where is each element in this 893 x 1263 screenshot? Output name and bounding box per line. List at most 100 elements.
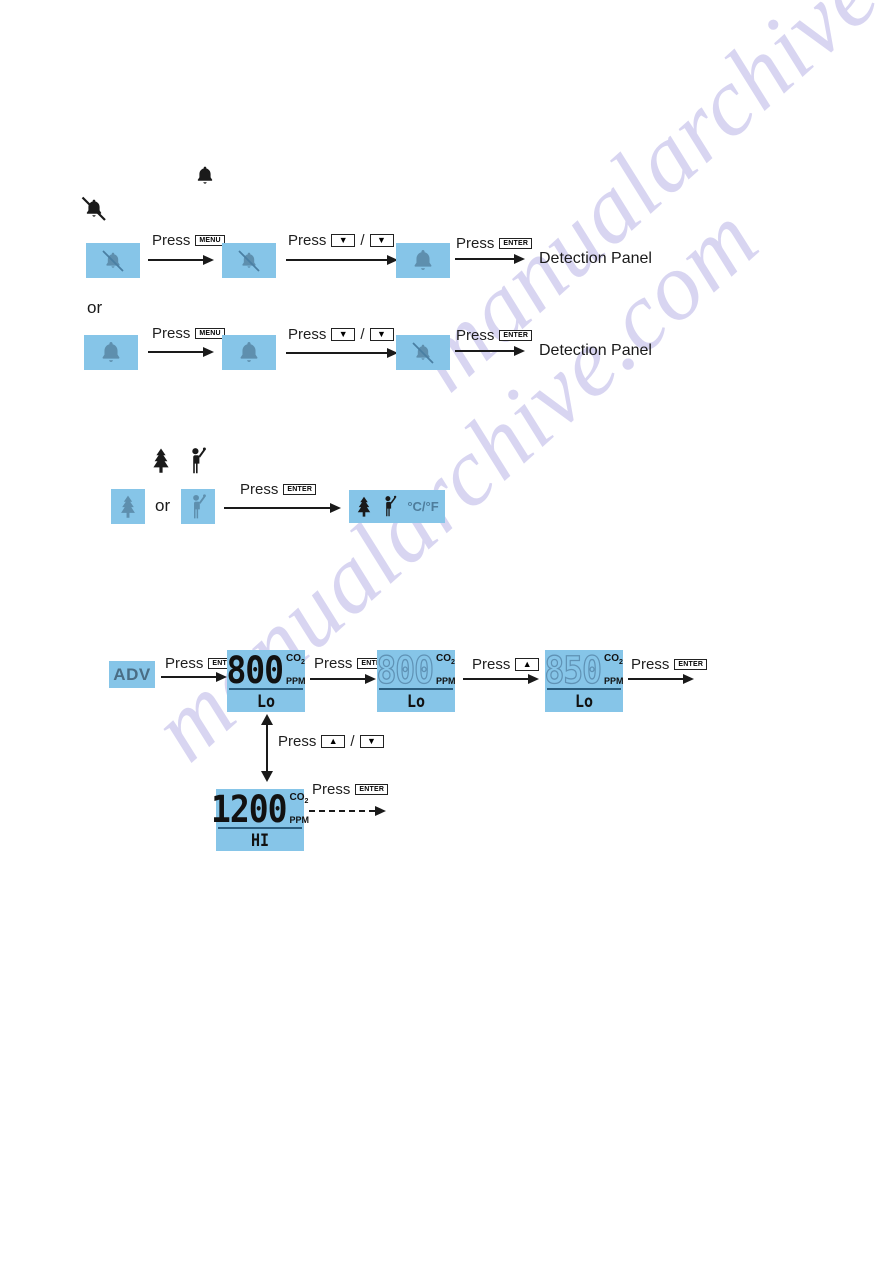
co2-display[interactable]: 800 CO2 PPM Lo <box>226 648 306 712</box>
transition-label: Press ENTER <box>456 327 533 344</box>
co2-display-main: 850 CO2 PPM <box>544 650 624 689</box>
alarm-step-tile[interactable] <box>222 335 276 370</box>
transition-label: Press MENU <box>152 325 225 342</box>
or-label: or <box>87 298 103 317</box>
alarm-step-tile[interactable] <box>396 335 450 370</box>
co2-label: CO2 <box>604 653 623 667</box>
flow-arrow <box>161 672 227 683</box>
co2-display[interactable]: 1200 CO2 PPM HI <box>211 789 309 851</box>
co2-label: CO2 <box>286 653 305 667</box>
press-text: Press <box>312 781 351 798</box>
key-menu[interactable]: MENU <box>195 235 225 246</box>
co2-label: CO2 <box>436 653 455 667</box>
press-text: Press <box>152 232 191 249</box>
key-enter[interactable]: ENTER <box>499 330 533 341</box>
press-text: Press <box>456 327 495 344</box>
ppm-label: PPM <box>604 676 624 686</box>
key-down-arrow[interactable]: ▼ <box>331 234 356 247</box>
transition-label: Press ▼ / ▼ <box>288 232 394 249</box>
transition-label: Press MENU <box>152 232 225 249</box>
alarm-step-tile[interactable] <box>86 243 140 278</box>
person-icon <box>188 446 208 476</box>
flow-arrow <box>455 346 525 357</box>
flow-arrow <box>286 348 398 359</box>
tree-icon <box>121 495 135 518</box>
key-enter[interactable]: ENTER <box>674 659 708 670</box>
co2-display-level: Lo <box>545 690 623 712</box>
press-text: Press <box>314 655 353 672</box>
flow-arrow <box>455 254 525 265</box>
result-label: Detection Panel <box>539 250 652 267</box>
press-text: Press <box>240 481 279 498</box>
flow-arrow <box>628 674 694 685</box>
bell-muted-icon <box>412 341 434 364</box>
mode-result-tile[interactable]: °C/°F <box>349 490 445 523</box>
press-text: Press <box>152 325 191 342</box>
co2-display-main: 800 CO2 PPM <box>376 648 456 693</box>
alarm-step-tile[interactable] <box>222 243 276 278</box>
transition-label: Press ▼ / ▼ <box>288 326 394 343</box>
key-up-arrow[interactable]: ▲ <box>515 658 540 671</box>
person-icon <box>192 493 206 518</box>
bell-icon <box>414 249 432 270</box>
result-label: Detection Panel <box>539 342 652 359</box>
level-label: Lo <box>574 690 594 711</box>
key-up-arrow[interactable]: ▲ <box>321 735 346 748</box>
ppm-label: PPM <box>436 676 456 686</box>
key-down-arrow[interactable]: ▼ <box>369 234 394 247</box>
flow-arrow <box>224 503 341 514</box>
flow-arrow <box>310 674 376 685</box>
press-text: Press <box>472 656 511 673</box>
co2-display-main: 800 CO2 PPM <box>226 648 306 693</box>
bell-muted-icon <box>79 194 109 224</box>
bell-icon <box>240 341 258 362</box>
key-down-arrow[interactable]: ▼ <box>369 328 394 341</box>
key-enter[interactable]: ENTER <box>499 238 533 249</box>
flow-arrow <box>286 255 398 266</box>
co2-units: CO2 PPM <box>286 653 306 686</box>
ppm-label: PPM <box>289 815 309 825</box>
adv-badge[interactable]: ADV <box>109 661 155 688</box>
key-down-arrow[interactable]: ▼ <box>359 735 384 748</box>
mode-option-person-tile[interactable] <box>181 489 215 524</box>
alarm-step-tile[interactable] <box>84 335 138 370</box>
co2-value: 1200 <box>211 787 287 832</box>
co2-display-level: HI <box>216 829 304 851</box>
co2-display[interactable]: 800 CO2 PPM Lo <box>376 648 456 712</box>
level-label: Lo <box>256 690 276 711</box>
key-menu[interactable]: MENU <box>195 328 225 339</box>
transition-label: Press ENTER <box>456 235 533 252</box>
co2-units: CO2 PPM <box>436 653 456 686</box>
press-text: Press <box>631 656 670 673</box>
tree-icon <box>150 447 172 475</box>
transition-label: Press ▲ <box>472 656 540 673</box>
co2-display-level: Lo <box>377 690 455 712</box>
tree-icon <box>358 496 371 517</box>
key-separator: / <box>360 232 365 249</box>
co2-value: 800 <box>226 648 284 693</box>
press-text: Press <box>278 733 317 750</box>
temperature-unit-label: °C/°F <box>407 499 439 514</box>
alarm-step-tile[interactable] <box>396 243 450 278</box>
press-text: Press <box>288 326 327 343</box>
key-separator: / <box>360 326 365 343</box>
co2-display[interactable]: 850 CO2 PPM Lo <box>544 650 624 712</box>
toggle-label: Press ▲ / ▼ <box>278 733 384 750</box>
key-enter[interactable]: ENTER <box>355 784 389 795</box>
person-icon <box>385 495 397 517</box>
level-label: Lo <box>406 690 426 711</box>
press-text: Press <box>165 655 204 672</box>
press-text: Press <box>288 232 327 249</box>
mode-option-tree-tile[interactable] <box>111 489 145 524</box>
press-text: Press <box>456 235 495 252</box>
co2-units: CO2 PPM <box>289 792 309 825</box>
or-label: or <box>155 496 171 515</box>
co2-value: 800 <box>376 648 435 693</box>
co2-display-main: 1200 CO2 PPM <box>211 789 309 828</box>
ppm-label: PPM <box>286 676 306 686</box>
key-enter[interactable]: ENTER <box>283 484 317 495</box>
flow-arrow-dashed <box>309 806 387 817</box>
bell-muted-icon <box>102 249 124 272</box>
bell-icon <box>102 341 120 362</box>
key-down-arrow[interactable]: ▼ <box>331 328 356 341</box>
